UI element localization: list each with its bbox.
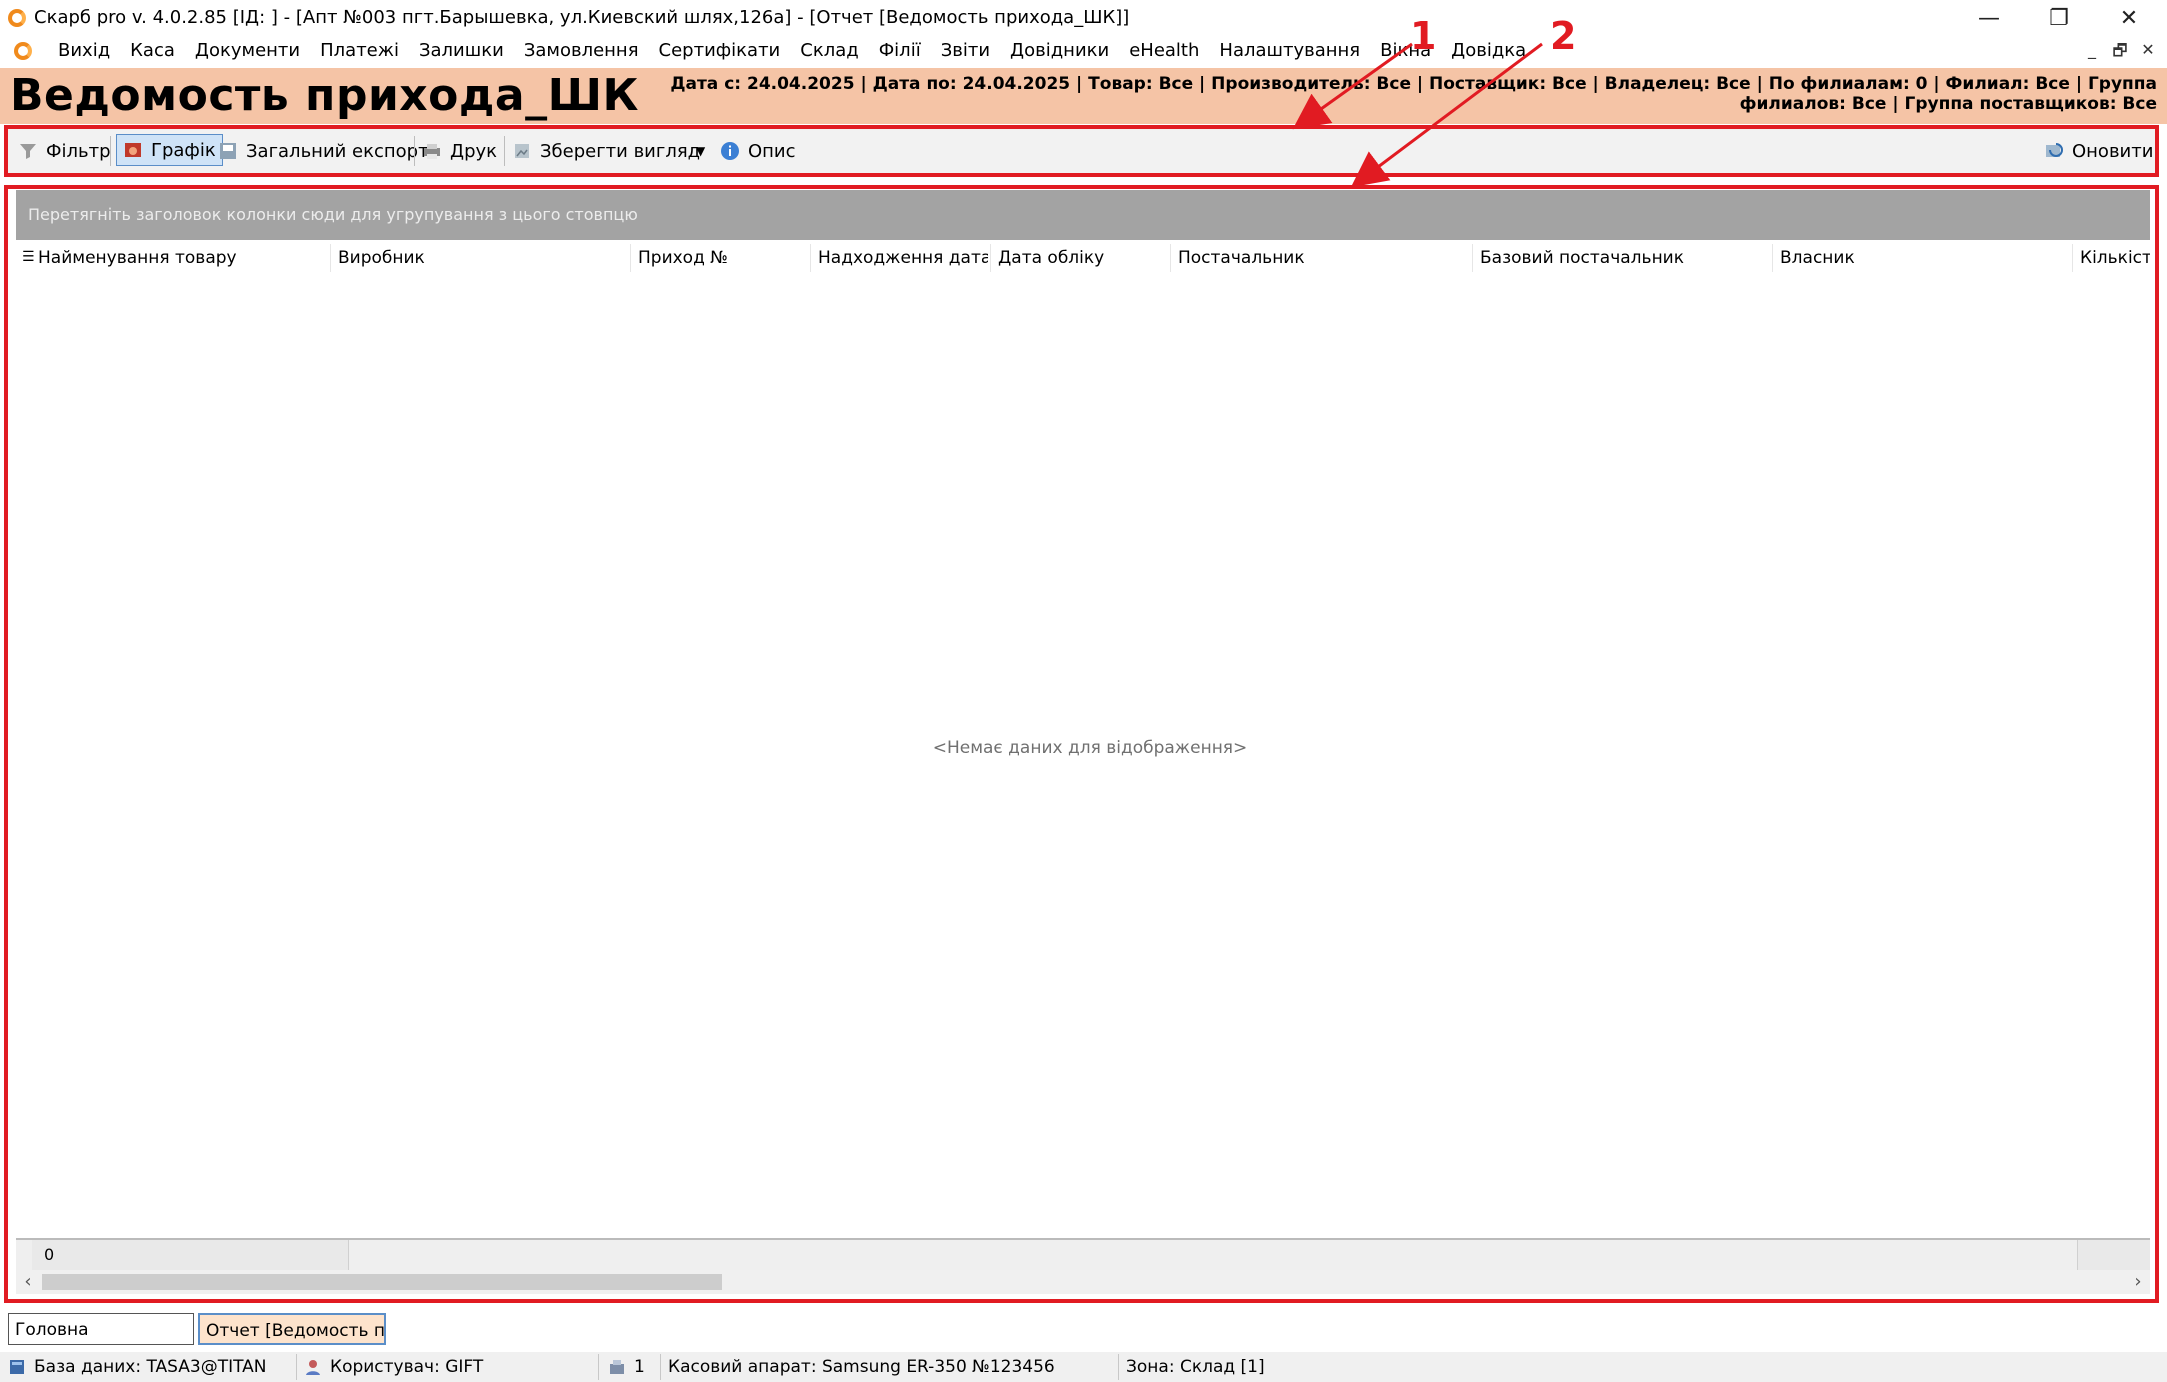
tab-main[interactable]: Головна	[8, 1313, 194, 1345]
status-zone: Зона: Склад [1]	[1126, 1357, 1265, 1377]
status-register-count: 1	[608, 1357, 645, 1377]
status-user: Користувач: GIFT	[304, 1357, 483, 1377]
annotation-arrows	[1292, 42, 1543, 188]
status-cash-register: Касовий апарат: Samsung ER-350 №123456	[668, 1357, 1055, 1377]
status-database: База даних: TASA3@TITAN	[8, 1357, 267, 1377]
annotation-frame-grid	[4, 185, 2159, 1303]
tab-report[interactable]: Отчет [Ведомость пр ...	[198, 1313, 386, 1345]
user-icon	[306, 1360, 320, 1375]
annotation-label-2: 2	[1550, 14, 1577, 58]
annotation-arrow-1	[1292, 42, 1413, 130]
annotation-label-1: 1	[1410, 14, 1437, 58]
status-bar: База даних: TASA3@TITAN Користувач: GIFT…	[0, 1352, 2167, 1382]
cash-register-icon	[610, 1360, 624, 1374]
database-icon	[10, 1360, 24, 1374]
